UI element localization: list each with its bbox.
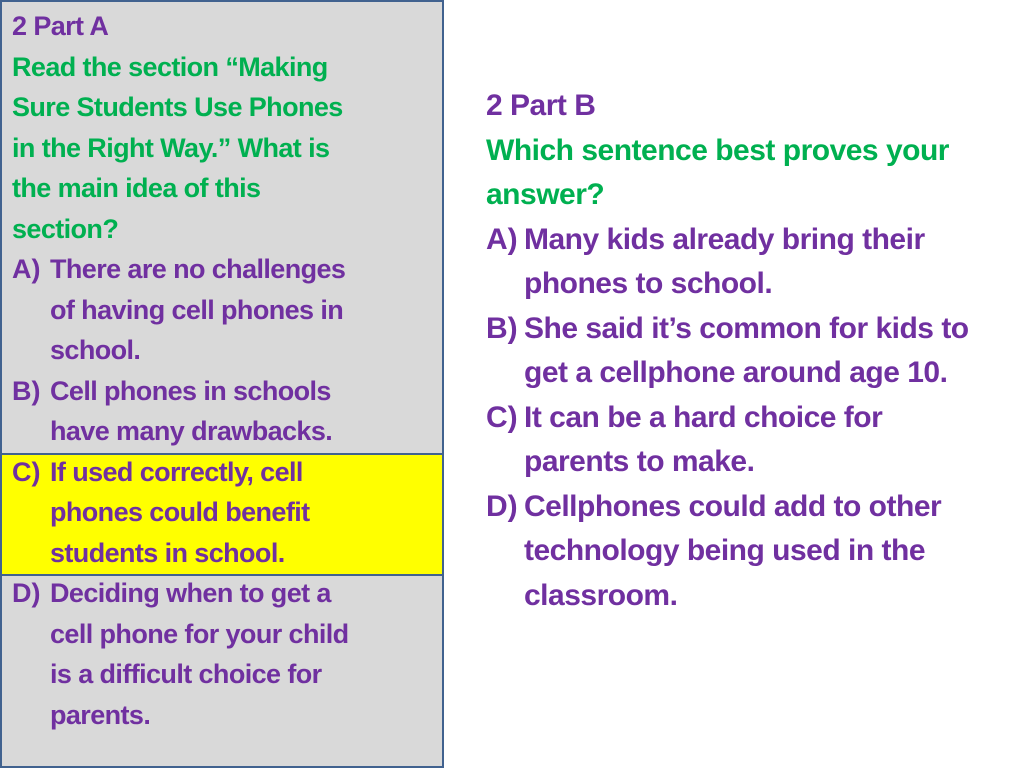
part-a-question-line: Read the section “Making (12, 51, 328, 82)
option-text: Many kids already bring their phones to … (524, 222, 925, 301)
option-letter: A) (486, 222, 518, 256)
part-a-question: Read the section “Making Sure Students U… (12, 47, 432, 250)
part-a-option-c[interactable]: C) If used correctly, cell phones could … (12, 452, 432, 574)
part-b-question-line: Which sentence best proves your (486, 133, 949, 167)
part-b-options: A) Many kids already bring their phones … (486, 218, 1022, 619)
part-b-panel: 2 Part B Which sentence best proves your… (486, 84, 1022, 618)
part-b-option-a[interactable]: A) Many kids already bring their phones … (486, 218, 1022, 307)
part-b-question: Which sentence best proves your answer? (486, 129, 1022, 218)
part-a-content: 2 Part A Read the section “Making Sure S… (12, 6, 432, 735)
part-a-panel: 2 Part A Read the section “Making Sure S… (0, 0, 444, 768)
part-b-option-b[interactable]: B) She said it’s common for kids to get … (486, 307, 1022, 396)
part-b-question-line: answer? (486, 178, 605, 211)
part-a-option-a[interactable]: A) There are no challenges of having cel… (12, 249, 432, 371)
option-text: Deciding when to get a cell phone for yo… (50, 578, 349, 730)
part-a-question-line: Sure Students Use Phones (12, 92, 343, 122)
option-text: Cellphones could add to other technology… (524, 489, 942, 612)
part-b-option-c[interactable]: C) It can be a hard choice for parents t… (486, 396, 1022, 485)
part-a-heading: 2 Part A (12, 11, 109, 41)
option-text: Cell phones in schools have many drawbac… (50, 375, 333, 447)
option-letter: B) (12, 375, 41, 406)
part-a-question-line: section? (12, 213, 119, 244)
part-a-question-line: the main idea of this (12, 173, 261, 203)
option-letter: D) (12, 578, 41, 608)
option-letter: D) (486, 489, 518, 523)
part-a-option-b[interactable]: B) Cell phones in schools have many draw… (12, 371, 432, 452)
option-text: There are no challenges of having cell p… (50, 254, 346, 365)
part-a-option-d[interactable]: D) Deciding when to get a cell phone for… (12, 573, 432, 735)
option-text: If used correctly, cell phones could ben… (50, 456, 310, 568)
option-letter: B) (486, 311, 518, 345)
part-b-heading: 2 Part B (486, 89, 596, 122)
option-text: It can be a hard choice for parents to m… (524, 400, 883, 479)
part-a-question-line: in the Right Way.” What is (12, 132, 330, 163)
option-letter: C) (486, 400, 518, 434)
option-letter: C) (12, 456, 41, 487)
part-a-options: A) There are no challenges of having cel… (12, 249, 432, 735)
option-text: She said it’s common for kids to get a c… (524, 311, 969, 390)
part-b-option-d[interactable]: D) Cellphones could add to other technol… (486, 485, 1022, 619)
option-letter: A) (12, 254, 41, 284)
